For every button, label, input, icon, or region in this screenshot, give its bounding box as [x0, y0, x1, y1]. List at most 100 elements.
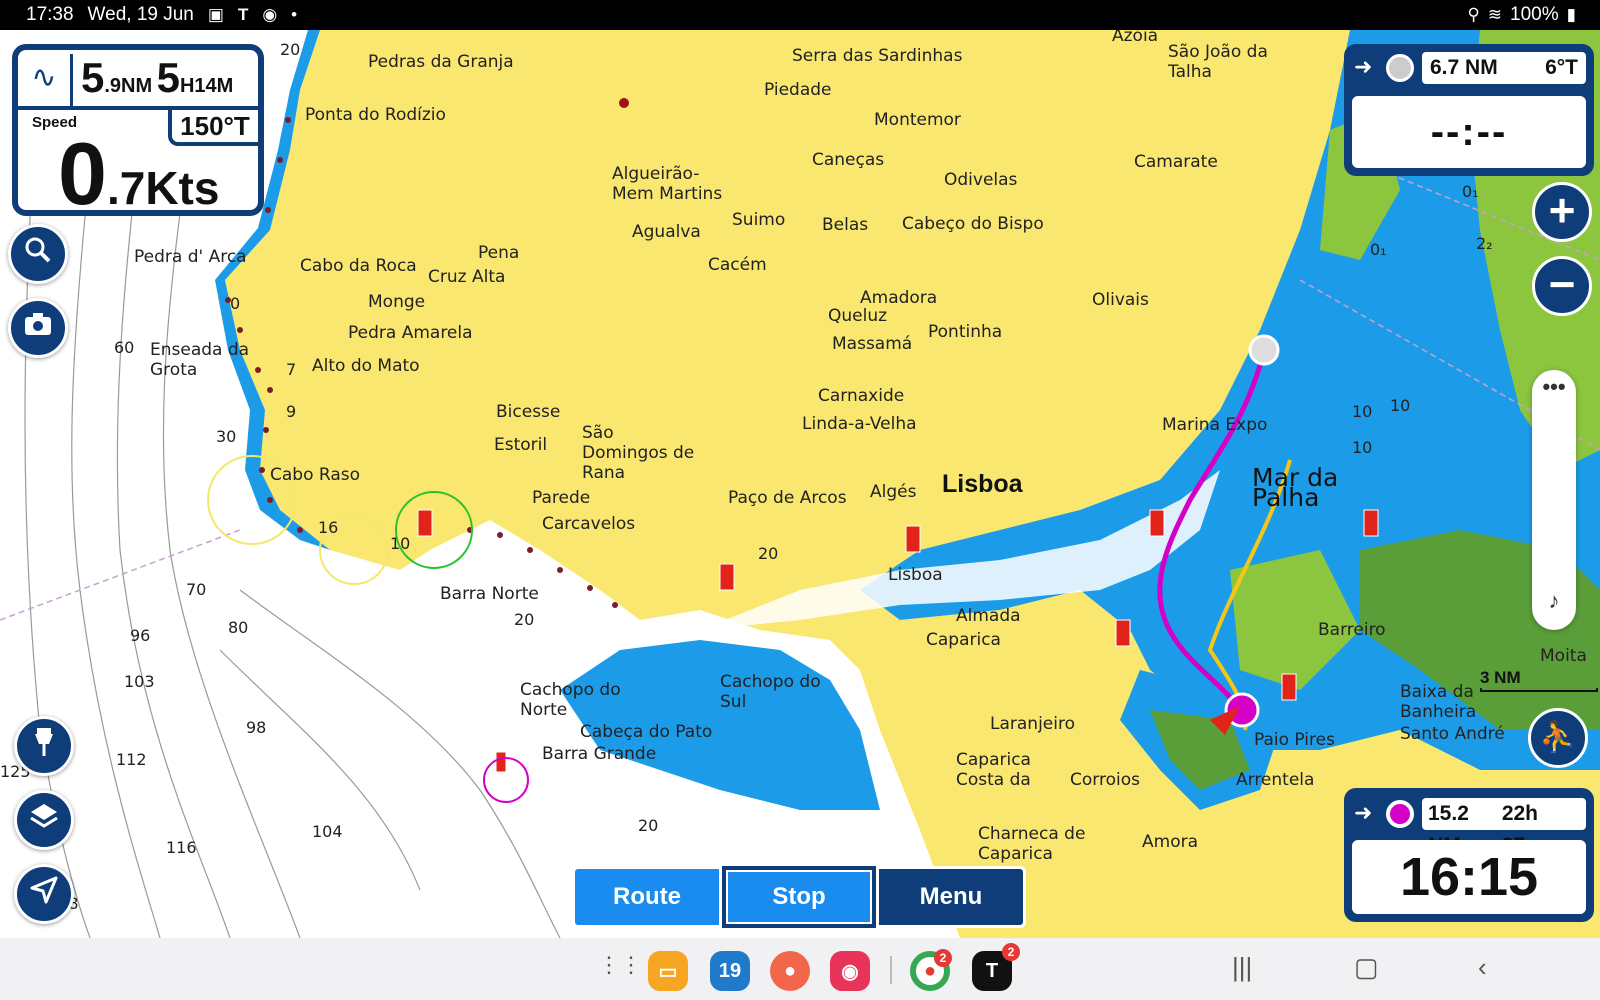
place-label: Paio Pires [1254, 730, 1335, 750]
marker-button[interactable] [14, 716, 74, 776]
layers-button[interactable] [14, 790, 74, 850]
route-control-bar: Route Stop Menu [572, 866, 1026, 928]
place-label: Cachopo do Norte [520, 680, 621, 720]
depth-sounding: 98 [246, 718, 267, 737]
speed-unit: Kts [145, 162, 220, 214]
home-icon[interactable]: ▢ [1354, 952, 1379, 983]
navigate-button[interactable] [14, 864, 74, 924]
arrow-right-icon: ➜ [1354, 54, 1373, 79]
distance-whole: 5 [81, 54, 105, 101]
route-button[interactable]: Route [572, 866, 722, 928]
depth-sounding: 20 [514, 610, 535, 629]
place-label: Laranjeiro [990, 714, 1075, 734]
place-label: Estoril [494, 435, 548, 455]
place-label: Suimo [732, 210, 786, 230]
chrome-app-icon[interactable]: ● 2 [910, 949, 952, 991]
live-app-icon[interactable]: T2 [972, 943, 1020, 991]
depth-sounding: 70 [186, 580, 207, 599]
depth-sounding: 16 [318, 518, 339, 537]
status-time: 17:38 [26, 4, 74, 25]
depth-sounding: 96 [130, 626, 151, 645]
hours-unit: H [179, 75, 195, 97]
route-distance-time: 5.9NM 5H14M [70, 54, 233, 106]
depth-sounding: 0₁ [1462, 182, 1479, 201]
side-panel[interactable]: ••• ♪ [1532, 370, 1576, 630]
menu-button[interactable]: Menu [876, 866, 1026, 928]
distance-unit: NM [121, 75, 153, 97]
place-label: Cabeço do Bispo [902, 214, 1044, 234]
recent-apps-icon[interactable]: ||| [1232, 952, 1252, 983]
contacts-app-icon[interactable]: ● [770, 951, 810, 991]
minutes-unit: M [216, 75, 234, 97]
place-label: Pedra Amarela [348, 323, 473, 343]
stop-button[interactable]: Stop [722, 866, 876, 928]
place-label: Cruz Alta [428, 267, 506, 287]
waypoint-values: 6.7 NM 6°T [1422, 52, 1586, 84]
person-overboard-button[interactable]: ⛹ [1528, 708, 1588, 768]
place-label: Pedras da Granja [368, 52, 514, 72]
sound-icon[interactable]: ♪ [1532, 588, 1576, 614]
place-label: Carnaxide [818, 386, 905, 406]
depth-sounding: 20 [758, 544, 779, 563]
depth-sounding: 20 [638, 816, 659, 835]
place-label: Cabeça do Pato [580, 722, 713, 742]
depth-sounding: 30 [216, 427, 237, 446]
arrival-time: 16:15 [1352, 840, 1586, 914]
place-label: Caparica [926, 630, 1001, 650]
depth-sounding: 9 [286, 402, 297, 421]
destination-distance: 15.2 NM [1428, 802, 1469, 857]
place-label: Caneças [812, 150, 885, 170]
place-label: Arrentela [1236, 770, 1315, 790]
plus-icon: + [1548, 184, 1576, 236]
back-icon[interactable]: ‹ [1478, 952, 1487, 983]
place-label: Piedade [764, 80, 832, 100]
depth-sounding: 116 [166, 838, 197, 857]
depth-sounding: 20 [280, 40, 301, 59]
place-label: Corroios [1070, 770, 1140, 790]
status-bar: 17:38 Wed, 19 Jun ▣ T ◉ • ⚲ ≋ 100% ▮ [0, 0, 1600, 30]
place-label: Cabo da Roca [300, 256, 417, 276]
time-minutes: 14 [194, 75, 217, 97]
place-label: Montemor [874, 110, 961, 130]
place-label: São João da Talha [1168, 42, 1268, 82]
scale-bar: 3 NM [1480, 668, 1600, 692]
depth-sounding: 104 [312, 822, 343, 841]
person-icon: ⛹ [1539, 721, 1577, 754]
place-label: Santo André [1400, 724, 1505, 744]
taskbar-divider [890, 956, 892, 984]
place-label: Almada [956, 606, 1021, 626]
depth-sounding: 10 [1390, 396, 1411, 415]
camera-app-icon[interactable]: ◉ [830, 951, 870, 991]
place-label: Azóia [1112, 30, 1159, 46]
depth-sounding: 60 [114, 338, 135, 357]
destination-values: 15.2 NM 22h 37m [1422, 798, 1586, 857]
depth-sounding: 10 [1352, 402, 1373, 421]
place-label: Marina Expo [1162, 415, 1268, 435]
destination-box[interactable]: ➜ 15.2 NM 22h 37m 16:15 [1344, 788, 1594, 922]
destination-dot-icon [1386, 800, 1414, 828]
search-button[interactable] [8, 224, 68, 284]
navigation-data-box[interactable]: ∿ 5.9NM 5H14M Speed 150°T 0.7Kts [12, 44, 264, 218]
place-label: Pontinha [928, 322, 1003, 342]
time-hours: 5 [156, 54, 180, 101]
files-app-icon[interactable]: ▭ [648, 951, 688, 991]
place-label: Serra das Sardinhas [792, 46, 963, 66]
next-waypoint-box[interactable]: ➜ 6.7 NM 6°T --:-- [1344, 44, 1594, 176]
place-label: Parede [532, 488, 591, 508]
place-label: Barra Norte [440, 584, 539, 604]
depth-sounding: 10 [390, 534, 411, 553]
place-label: Monge [368, 292, 426, 312]
calendar-app-icon[interactable]: 19 [710, 951, 750, 991]
route-summary-row: ∿ 5.9NM 5H14M [18, 50, 258, 110]
camera-button[interactable] [8, 298, 68, 358]
depth-sounding: 103 [124, 672, 155, 691]
zoom-out-button[interactable]: − [1532, 256, 1592, 316]
place-label: Ponta do Rodízio [305, 105, 446, 125]
place-label: Pena [478, 243, 520, 263]
zoom-in-button[interactable]: + [1532, 182, 1592, 242]
place-label: Alto do Mato [312, 356, 420, 376]
battery-percent: 100% [1510, 4, 1559, 25]
place-label: Charneca de Caparica [978, 824, 1086, 864]
dot-icon: • [291, 5, 298, 24]
more-icon[interactable]: ••• [1532, 374, 1576, 400]
